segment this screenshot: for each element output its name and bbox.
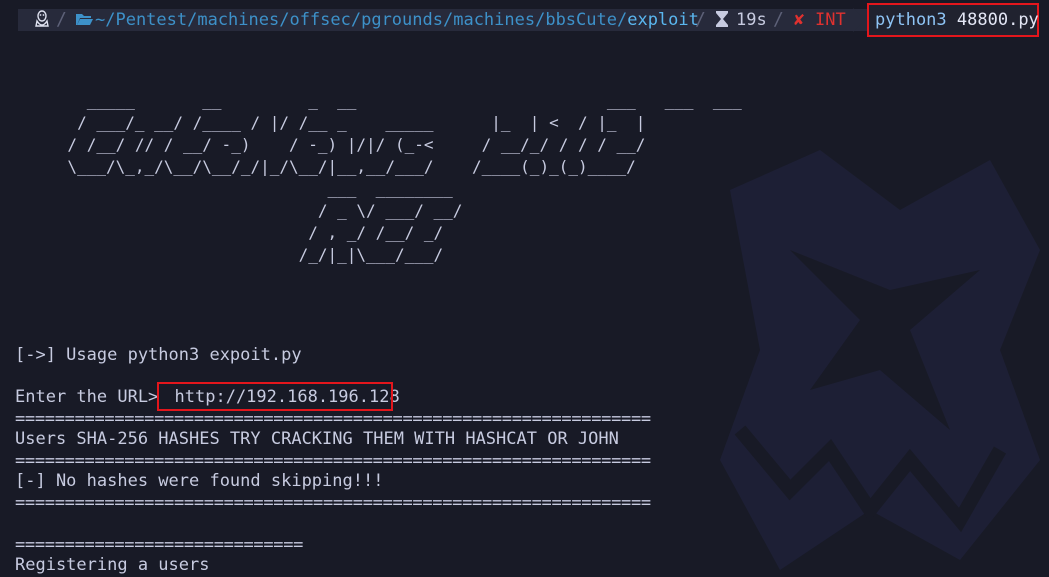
hashes-message: Users SHA-256 HASHES TRY CRACKING THEM W… bbox=[15, 429, 619, 449]
url-prompt-label: Enter the URL> bbox=[15, 387, 169, 407]
hourglass-icon bbox=[715, 8, 729, 32]
current-directory-path: ~/Pentest/machines/offsec/pgrounds/machi… bbox=[95, 8, 699, 32]
separator-rule: ========================================… bbox=[15, 409, 651, 429]
separator-rule: ========================================… bbox=[15, 493, 651, 513]
powerline-arrow-icon bbox=[853, 8, 865, 32]
registering-message: Registering a users bbox=[15, 555, 210, 575]
cross-icon: ✘ bbox=[794, 10, 805, 30]
no-hashes-message: [-] No hashes were found skipping!!! bbox=[15, 471, 384, 491]
exit-status: INT bbox=[815, 10, 846, 30]
command-duration: 19s bbox=[736, 10, 767, 30]
path-parent-dirs: ~/Pentest/machines/offsec/pgrounds/machi… bbox=[95, 10, 628, 30]
shell-prompt-bar: / ~/Pentest/machines/offsec/pgrounds/mac… bbox=[0, 0, 1049, 40]
prompt-separator: / bbox=[695, 9, 706, 30]
path-current-dir: exploit bbox=[627, 10, 699, 30]
usage-line: [->] Usage python3 expoit.py bbox=[15, 345, 302, 365]
url-highlight-box bbox=[157, 382, 393, 411]
folder-open-icon bbox=[75, 8, 93, 32]
short-separator-rule: ============================= bbox=[15, 535, 304, 555]
background-watermark-graphic bbox=[720, 150, 1040, 570]
ascii-banner: _____ __ _ __ ___ ___ ___ / ___/_ __/ /_… bbox=[67, 91, 742, 264]
command-argument: 48800.py bbox=[956, 10, 1039, 30]
linux-tux-icon bbox=[34, 8, 50, 32]
command-name: python3 bbox=[875, 10, 947, 30]
typed-command: python3 48800.py bbox=[875, 8, 1039, 32]
separator-rule: ========================================… bbox=[15, 451, 651, 471]
prompt-separator: / bbox=[56, 9, 67, 30]
prompt-separator: / bbox=[773, 9, 784, 30]
